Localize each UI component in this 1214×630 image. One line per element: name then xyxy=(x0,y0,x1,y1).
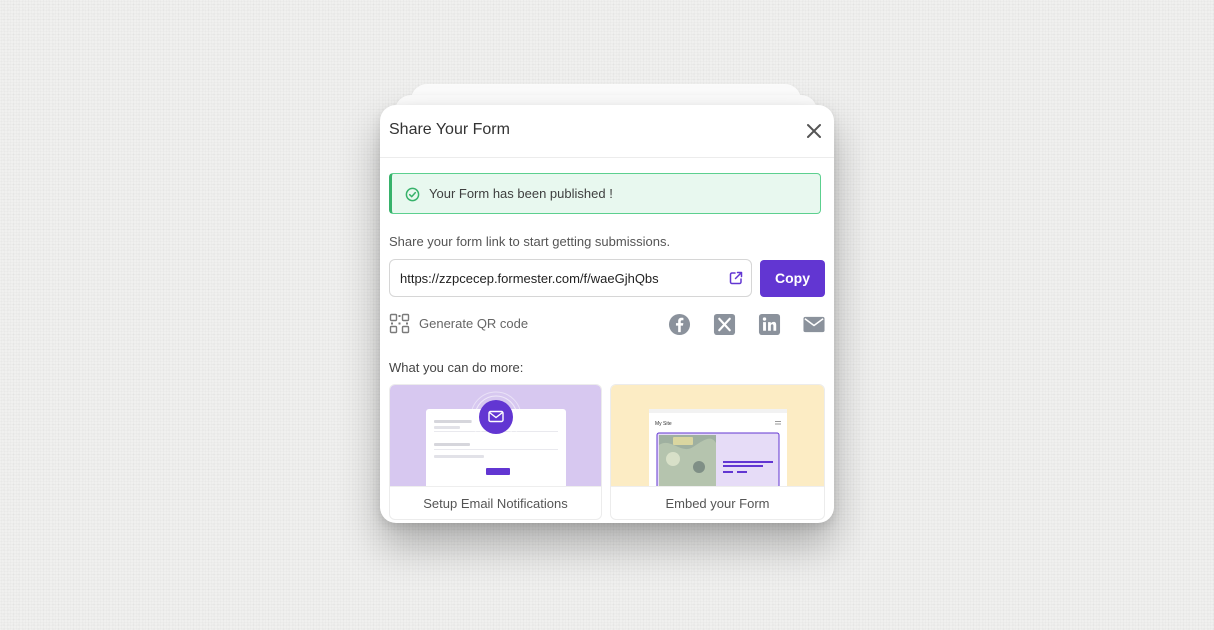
copy-button[interactable]: Copy xyxy=(760,260,825,297)
form-link-url[interactable]: https://zzpcecep.formester.com/f/waeGjhQ… xyxy=(400,271,659,286)
modal-header: Share Your Form xyxy=(380,105,834,158)
published-message: Your Form has been published ! xyxy=(429,186,613,201)
close-button[interactable] xyxy=(803,120,825,142)
share-description: Share your form link to start getting su… xyxy=(389,234,671,249)
email-illustration xyxy=(426,391,566,489)
qr-code-icon xyxy=(389,313,410,334)
check-circle-icon xyxy=(405,187,420,202)
published-banner: Your Form has been published ! xyxy=(389,173,821,214)
email-notifications-illustration xyxy=(390,385,601,489)
linkedin-icon[interactable] xyxy=(758,313,781,336)
more-options-heading: What you can do more: xyxy=(389,360,524,375)
generate-qr-label: Generate QR code xyxy=(419,316,529,331)
embed-illustration: My Site xyxy=(649,409,787,492)
facebook-icon[interactable] xyxy=(668,313,691,336)
embed-form-card[interactable]: My Site Embed your Form xyxy=(610,384,825,520)
close-icon xyxy=(807,124,821,138)
x-icon[interactable] xyxy=(713,313,736,336)
external-link-icon[interactable] xyxy=(728,270,744,286)
share-form-modal: Share Your Form Your Form has been publi… xyxy=(380,105,834,523)
setup-email-notifications-card[interactable]: Setup Email Notifications xyxy=(389,384,602,520)
embed-form-illustration: My Site xyxy=(611,385,824,492)
embed-form-label: Embed your Form xyxy=(611,486,824,519)
email-icon[interactable] xyxy=(802,313,826,336)
modal-title: Share Your Form xyxy=(389,121,510,138)
my-site-label: My Site xyxy=(655,421,672,427)
setup-email-notifications-label: Setup Email Notifications xyxy=(390,486,601,519)
form-link-field[interactable]: https://zzpcecep.formester.com/f/waeGjhQ… xyxy=(389,259,752,297)
